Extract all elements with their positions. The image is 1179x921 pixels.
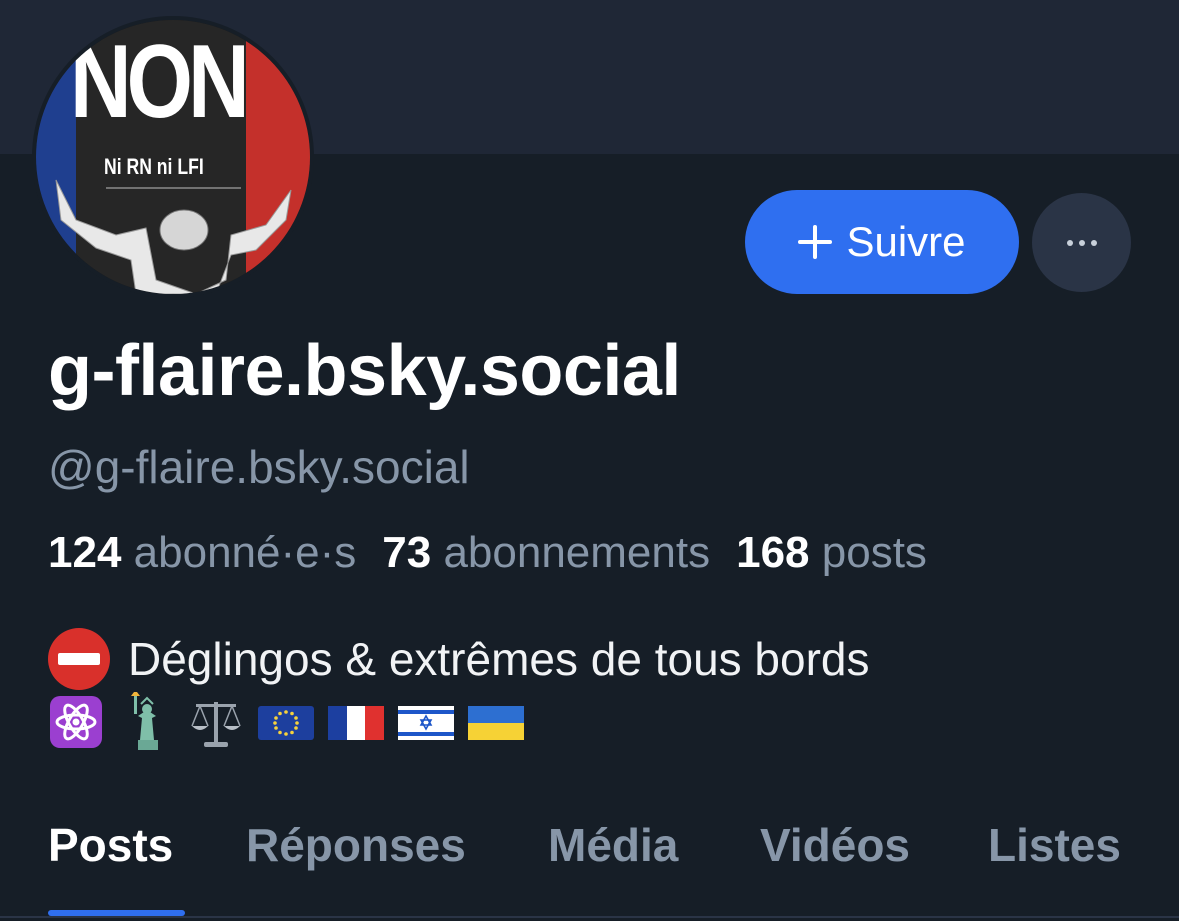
balance-scale-icon (191, 702, 241, 747)
atom-symbol-icon (50, 696, 102, 748)
following-count: 73 (382, 528, 432, 577)
avatar-subtitle-text: Ni RN ni LFI (104, 154, 204, 179)
more-options-button[interactable] (1032, 193, 1131, 292)
posts-label: posts (821, 528, 927, 577)
israel-flag-icon (398, 706, 454, 740)
statue-of-liberty-icon (131, 692, 158, 750)
ellipsis-icon (1066, 239, 1097, 246)
tab-lists[interactable]: Listes (988, 818, 1121, 872)
following-label: abonnements (443, 528, 711, 577)
tabs-divider (0, 916, 1179, 918)
posts-count: 168 (736, 528, 810, 577)
tab-media[interactable]: Média (548, 818, 678, 872)
display-name: g-flaire.bsky.social (48, 331, 681, 411)
followers-label: abonné·e·s (133, 528, 357, 577)
following-stat[interactable]: 73 abonnements (382, 528, 710, 578)
profile-page: NON Ni RN ni LFI Suivre g-flaire.bsky.so… (0, 0, 1179, 921)
tab-videos[interactable]: Vidéos (760, 818, 910, 872)
profile-tabs: Posts Réponses Média Vidéos Listes (0, 790, 1179, 921)
profile-handle: @g-flaire.bsky.social (48, 441, 470, 493)
plus-icon (798, 225, 833, 259)
profile-bio: Déglingos & extrêmes de tous bords (48, 628, 870, 690)
profile-stats: 124 abonné·e·s 73 abonnements 168 posts (48, 528, 927, 578)
posts-stat: 168 posts (736, 528, 927, 578)
follow-button-label: Suivre (846, 218, 966, 265)
ukraine-flag-icon (468, 706, 524, 740)
avatar-image: NON Ni RN ni LFI (36, 20, 310, 294)
follow-button[interactable]: Suivre (745, 190, 1019, 294)
no-entry-icon (48, 628, 110, 690)
eu-flag-icon (258, 706, 314, 740)
followers-count: 124 (48, 528, 122, 577)
avatar[interactable]: NON Ni RN ni LFI (32, 16, 314, 298)
followers-stat[interactable]: 124 abonné·e·s (48, 528, 356, 578)
bio-text: Déglingos & extrêmes de tous bords (128, 633, 870, 685)
france-flag-icon (328, 706, 384, 740)
bio-emoji-row (48, 692, 524, 752)
tab-posts[interactable]: Posts (48, 818, 173, 872)
tab-replies[interactable]: Réponses (246, 818, 466, 872)
avatar-title-text: NON (70, 24, 250, 140)
